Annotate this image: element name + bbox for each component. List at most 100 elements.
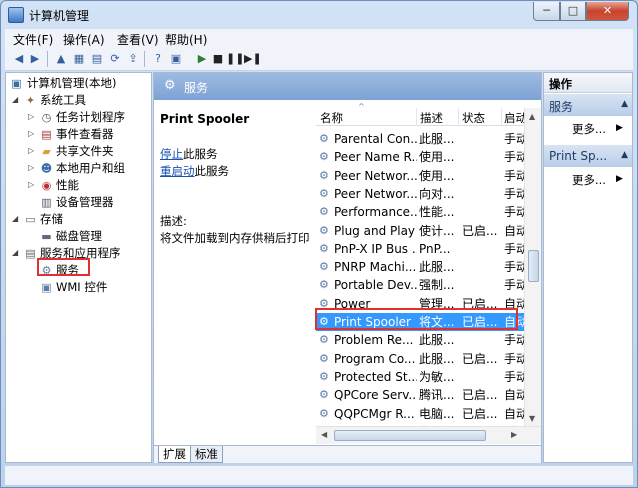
- expand-icon[interactable]: ▷: [28, 143, 37, 159]
- column-separator[interactable]: [416, 108, 417, 126]
- menu-action[interactable]: 操作(A): [63, 31, 105, 48]
- service-name: Plug and Play: [334, 223, 416, 238]
- actions-pane: 操作 服务 ▲ 更多... ▶ Print Sp... ▲ 更多... ▶: [543, 72, 633, 463]
- vertical-scrollbar[interactable]: ▲ ▼: [524, 108, 541, 426]
- close-button[interactable]: ✕: [586, 2, 629, 21]
- stop-link[interactable]: 停止: [160, 147, 183, 161]
- stop-suffix: 此服务: [183, 147, 218, 161]
- collapse-icon[interactable]: ◢: [12, 211, 21, 227]
- disk-icon: ▬: [41, 230, 52, 243]
- menu-help[interactable]: 帮助(H): [165, 31, 207, 48]
- table-row[interactable]: ⚙ Peer Networ... 向对... 手动: [316, 185, 524, 203]
- collapse-icon[interactable]: ◢: [12, 92, 21, 108]
- stop-icon[interactable]: ■: [210, 51, 226, 67]
- expand-icon[interactable]: ▷: [28, 160, 37, 176]
- export-icon[interactable]: ⇪: [125, 51, 141, 67]
- show-tree-icon[interactable]: ▦: [71, 51, 87, 67]
- list-header: 名称 ^ 描述 状态 启动: [316, 102, 541, 126]
- service-gear-icon: ⚙: [319, 186, 329, 200]
- device-manager-icon: ▥: [41, 196, 52, 209]
- table-row[interactable]: ⚙ Peer Networ... 使用... 手动: [316, 167, 524, 185]
- console-icon[interactable]: ▣: [168, 51, 184, 67]
- table-row[interactable]: ⚙ Plug and Play 使计... 已启... 自动: [316, 222, 524, 240]
- vertical-scroll-thumb[interactable]: [528, 250, 539, 282]
- column-name[interactable]: 名称: [320, 110, 343, 126]
- chevron-right-icon: ▶: [616, 174, 623, 184]
- expand-icon[interactable]: ▷: [28, 109, 37, 125]
- scroll-down-icon[interactable]: ▼: [529, 414, 535, 423]
- actions-section-services[interactable]: 服务 ▲: [544, 94, 632, 116]
- table-row[interactable]: ⚙ Program Co... 此服... 已启... 手动: [316, 350, 524, 368]
- column-description[interactable]: 描述: [420, 110, 443, 126]
- column-separator[interactable]: [458, 108, 459, 126]
- menu-file[interactable]: 文件(F): [13, 31, 53, 48]
- horizontal-scroll-thumb[interactable]: [334, 430, 486, 441]
- table-row[interactable]: ⚙ PnP-X IP Bus ... PnP... 手动: [316, 240, 524, 258]
- description-label: 描述:: [160, 214, 187, 228]
- refresh-icon[interactable]: ⟳: [107, 51, 123, 67]
- computer-management-icon: [8, 7, 24, 23]
- actions-section-print-spooler[interactable]: Print Sp... ▲: [544, 145, 632, 167]
- table-row[interactable]: ⚙ QPCore Serv... 腾讯... 已启... 自动: [316, 386, 524, 404]
- title-bar[interactable]: 计算机管理 ─ □ ✕: [1, 1, 637, 29]
- column-status[interactable]: 状态: [462, 110, 485, 126]
- service-name: QPCore Serv...: [334, 388, 417, 403]
- horizontal-scrollbar[interactable]: ◀ ▶: [316, 426, 541, 444]
- table-row[interactable]: ⚙ Portable Dev... 强制... 手动: [316, 276, 524, 294]
- tab-standard[interactable]: 标准: [190, 446, 223, 463]
- scroll-right-icon[interactable]: ▶: [511, 430, 517, 439]
- collapse-up-icon[interactable]: ▲: [621, 99, 628, 109]
- table-row[interactable]: ⚙ Protected St... 为敏... 手动: [316, 368, 524, 386]
- service-startup-type: 手动: [504, 186, 524, 201]
- view-tabs: 扩展 标准: [154, 445, 541, 463]
- maximize-button[interactable]: □: [560, 2, 586, 21]
- restart-link[interactable]: 重启动: [160, 164, 195, 178]
- service-description: PnP...: [419, 241, 451, 256]
- menu-view[interactable]: 查看(V): [117, 31, 159, 48]
- service-startup-type: 手动: [504, 150, 524, 165]
- properties-icon[interactable]: ▤: [89, 51, 105, 67]
- tab-extended[interactable]: 扩展: [158, 446, 191, 463]
- collapse-icon[interactable]: ◢: [12, 245, 21, 261]
- forward-icon[interactable]: ▶: [27, 51, 43, 67]
- restart-icon[interactable]: ▶❚: [244, 51, 262, 67]
- expand-icon[interactable]: ▷: [28, 177, 37, 193]
- service-gear-icon: ⚙: [319, 388, 329, 402]
- service-description: 此服...: [419, 351, 455, 366]
- scroll-up-icon[interactable]: ▲: [529, 112, 535, 121]
- service-startup-type: 手动: [504, 168, 524, 183]
- collapse-up-icon[interactable]: ▲: [621, 150, 628, 160]
- computer-management-window: 计算机管理 ─ □ ✕ 文件(F) 操作(A) 查看(V) 帮助(H) ◀ ▶ …: [0, 0, 638, 488]
- service-name: PnP-X IP Bus ...: [334, 241, 417, 256]
- help-icon[interactable]: ?: [150, 51, 166, 67]
- table-row[interactable]: ⚙ Problem Re... 此服... 手动: [316, 331, 524, 349]
- table-row[interactable]: ⚙ QQPCMgr R... 电脑... 已启... 自动: [316, 405, 524, 423]
- menu-bar: 文件(F) 操作(A) 查看(V) 帮助(H): [5, 29, 633, 48]
- service-gear-icon: ⚙: [319, 150, 329, 164]
- table-row[interactable]: ⚙ Peer Name R... 使用... 手动: [316, 148, 524, 166]
- table-row[interactable]: ⚙ Performance... 性能... 手动: [316, 203, 524, 221]
- up-icon[interactable]: ▲: [53, 51, 69, 67]
- storage-icon: ▭: [25, 213, 36, 226]
- services-list: 名称 ^ 描述 状态 启动 ⚙ Parental Con... 此服... 手动 ⚙ Pe…: [316, 100, 541, 444]
- scroll-left-icon[interactable]: ◀: [321, 430, 327, 439]
- wmi-icon: ▣: [41, 281, 52, 294]
- more-actions-2[interactable]: 更多...: [572, 172, 606, 188]
- expand-icon[interactable]: ▷: [28, 126, 37, 142]
- service-status: 已启...: [462, 406, 498, 421]
- service-startup-type: 自动: [504, 388, 524, 403]
- service-startup-type: 手动: [504, 205, 524, 220]
- service-description: 性能...: [419, 205, 455, 220]
- minimize-button[interactable]: ─: [533, 2, 560, 21]
- pause-icon[interactable]: ❚❚: [226, 51, 244, 67]
- back-icon[interactable]: ◀: [11, 51, 27, 67]
- clock-icon: ◷: [41, 111, 52, 124]
- table-row[interactable]: ⚙ PNRP Machi... 此服... 手动: [316, 258, 524, 276]
- service-description: 腾讯...: [419, 388, 455, 403]
- play-icon[interactable]: ▶: [194, 51, 210, 67]
- column-separator[interactable]: [501, 108, 502, 126]
- actions-header: 操作: [544, 73, 632, 93]
- more-actions-1[interactable]: 更多...: [572, 121, 606, 137]
- table-row[interactable]: ⚙ Parental Con... 此服... 手动: [316, 130, 524, 148]
- service-startup-type: 手动: [504, 369, 524, 384]
